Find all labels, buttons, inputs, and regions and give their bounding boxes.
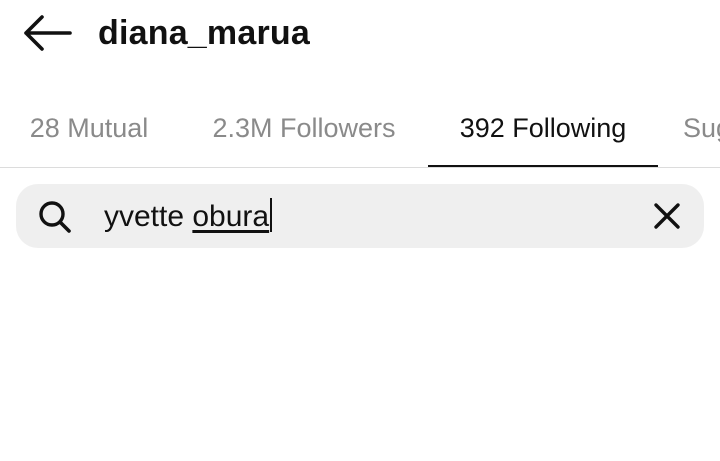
following-screen: diana_marua 28 Mutual 2.3M Followers 392… <box>0 0 720 461</box>
search-bar[interactable]: yvette obura <box>16 184 704 248</box>
search-query-text: yvette <box>104 200 193 233</box>
arrow-left-icon <box>24 15 72 51</box>
tab-mutual[interactable]: 28 Mutual <box>0 90 178 167</box>
tab-following[interactable]: 392 Following <box>428 90 658 167</box>
back-button[interactable] <box>20 12 74 54</box>
tab-suggested[interactable]: Sug <box>683 90 720 167</box>
search-query-composing-text: obura <box>192 200 270 233</box>
close-icon[interactable] <box>652 201 682 231</box>
search-icon <box>39 201 71 233</box>
search-input[interactable]: yvette obura <box>104 198 273 234</box>
header: diana_marua <box>0 0 720 66</box>
tab-followers[interactable]: 2.3M Followers <box>180 90 428 167</box>
tab-bar: 28 Mutual 2.3M Followers 392 Following S… <box>0 90 720 168</box>
text-cursor <box>270 198 273 232</box>
page-title: diana_marua <box>98 14 310 52</box>
